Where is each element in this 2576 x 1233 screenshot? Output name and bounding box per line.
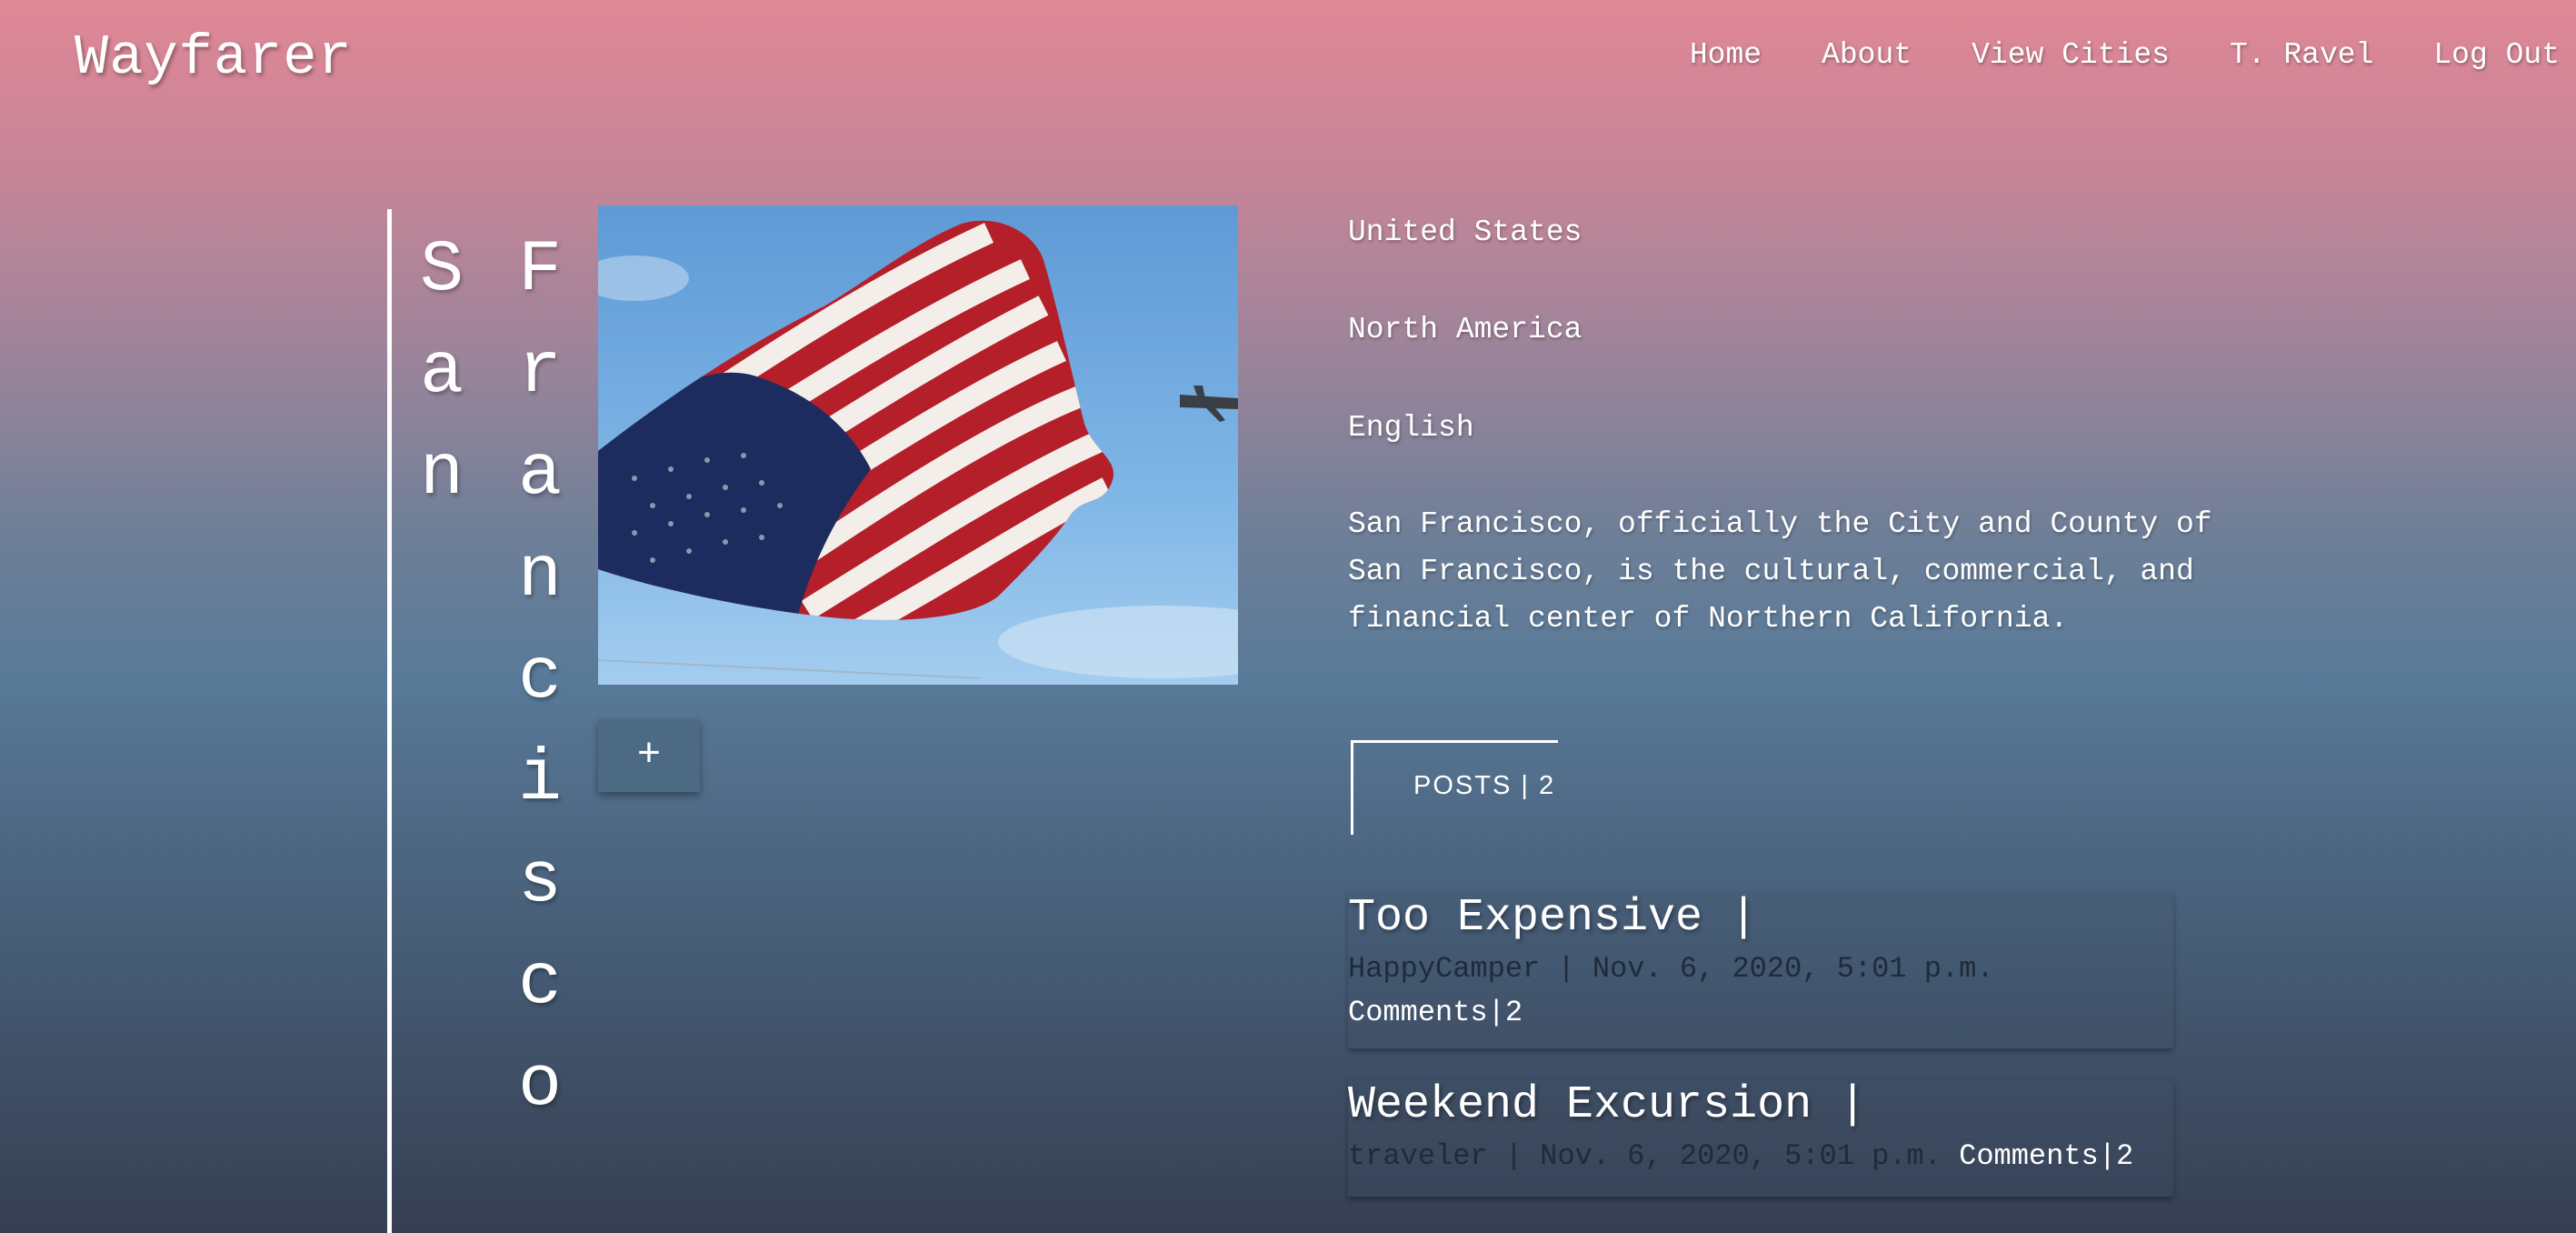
post-title[interactable]: Too Expensive |: [1348, 891, 2173, 946]
city-name-letter: c: [517, 637, 562, 719]
post-meta-line: traveler | Nov. 6, 2020, 5:01 p.m. Comme…: [1348, 1135, 2173, 1178]
city-name-word-2: F r a n c i s c o: [513, 220, 567, 1137]
city-name-letter: o: [517, 1044, 562, 1127]
nav-profile[interactable]: T. Ravel: [2230, 38, 2373, 72]
vertical-divider: [387, 209, 392, 1233]
city-name-letter: c: [517, 942, 562, 1025]
city-name-letter: i: [517, 738, 562, 821]
nav-about[interactable]: About: [1822, 38, 1912, 72]
city-language: English: [1348, 411, 1474, 445]
city-name-letter: n: [517, 535, 562, 617]
post-card[interactable]: Weekend Excursion | traveler | Nov. 6, 2…: [1348, 1078, 2173, 1197]
post-title[interactable]: Weekend Excursion |: [1348, 1078, 2173, 1133]
post-meta: traveler | Nov. 6, 2020, 5:01 p.m.: [1348, 1139, 1942, 1173]
city-name-letter: s: [517, 840, 562, 923]
post-card[interactable]: Too Expensive | HappyCamper | Nov. 6, 20…: [1348, 891, 2173, 1048]
city-name-letter: n: [419, 433, 464, 516]
add-post-button[interactable]: +: [598, 719, 700, 792]
city-country: United States: [1348, 216, 1583, 249]
posts-count-label: POSTS | 2: [1413, 771, 1556, 800]
city-description: San Francisco, officially the City and C…: [1348, 507, 2212, 636]
city-name-letter: S: [419, 229, 464, 312]
site-logo[interactable]: Wayfarer: [75, 25, 353, 90]
city-photo-us-flag: [598, 206, 1238, 685]
main-nav: Home About View Cities T. Ravel Log Out: [1690, 38, 2560, 72]
post-meta: HappyCamper | Nov. 6, 2020, 5:01 p.m.: [1348, 952, 1994, 986]
city-continent: North America: [1348, 313, 1583, 346]
post-comments-count[interactable]: Comments|2: [1348, 991, 2173, 1035]
city-name-letter: a: [517, 433, 562, 516]
post-comments-count[interactable]: Comments|2: [1959, 1139, 2133, 1173]
nav-view-cities[interactable]: View Cities: [1972, 38, 2170, 72]
city-name-word-1: S a n: [414, 220, 469, 526]
nav-home[interactable]: Home: [1690, 38, 1762, 72]
city-name-letter: a: [419, 331, 464, 414]
city-name-letter: F: [517, 229, 562, 312]
nav-log-out[interactable]: Log Out: [2433, 38, 2560, 72]
city-name-letter: r: [517, 331, 562, 414]
